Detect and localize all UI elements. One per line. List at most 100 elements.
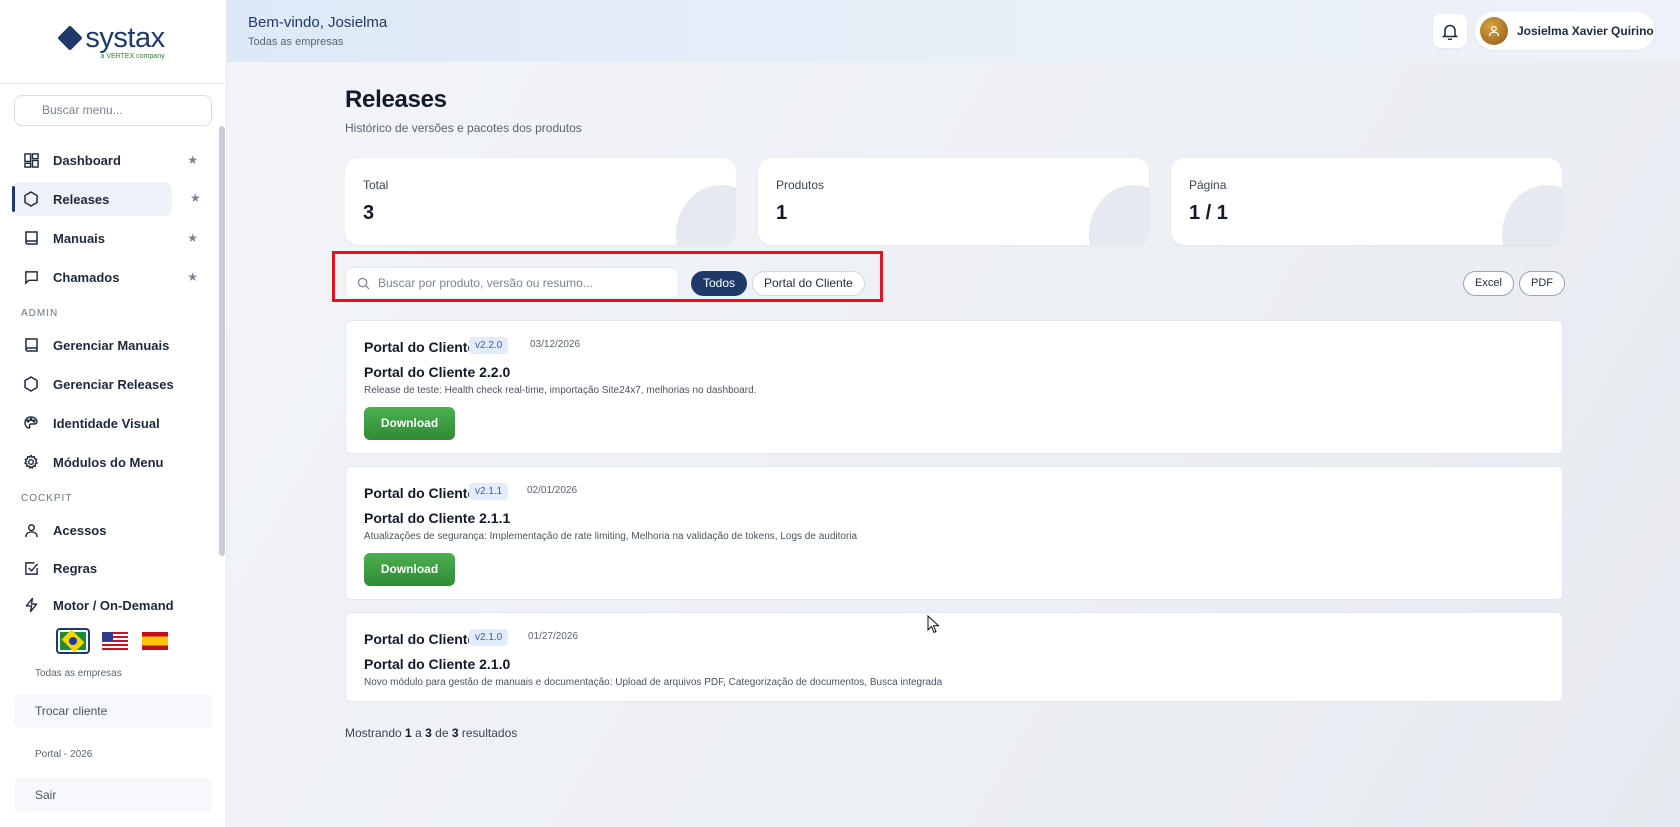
download-button[interactable]: Download [364, 407, 455, 440]
sidebar-item-gerenciar-releases[interactable]: Gerenciar Releases [12, 367, 208, 401]
sidebar: systax a VERTEX company Buscar menu... D… [0, 0, 227, 827]
sidebar-item-label: Gerenciar Manuais [53, 337, 170, 353]
user-name: Josielma Xavier Quirino [1517, 24, 1654, 38]
stat-card-pagina: Página 1 / 1 [1171, 158, 1562, 245]
welcome-scope: Todas as empresas [248, 36, 344, 48]
hexagon-icon [23, 376, 39, 392]
page-subtitle: Histórico de versões e pacotes dos produ… [345, 121, 582, 135]
stat-card-total: Total 3 [345, 158, 736, 245]
user-icon [1488, 25, 1500, 37]
results-from: 1 [405, 726, 412, 740]
stat-value: 3 [363, 202, 375, 224]
main-content: Releases Histórico de versões e pacotes … [227, 62, 1680, 827]
export-pdf-button[interactable]: PDF [1519, 271, 1565, 296]
bell-icon [1442, 24, 1458, 40]
star-icon[interactable]: ★ [190, 191, 201, 205]
stat-value: 1 / 1 [1189, 202, 1228, 224]
avatar [1480, 17, 1508, 45]
language-selector [56, 628, 170, 654]
sidebar-item-label: Chamados [53, 269, 120, 285]
sidebar-item-label: Dashboard [53, 152, 121, 168]
section-cockpit: COCKPIT [21, 493, 73, 504]
sidebar-item-regras[interactable]: Regras [12, 551, 208, 585]
release-description: Atualizações de segurança: Implementação… [364, 531, 858, 542]
release-date: 03/12/2026 [530, 339, 581, 350]
brand-logo[interactable]: systax a VERTEX company [0, 0, 226, 84]
results-sep-a: a [415, 726, 422, 740]
switch-client-button[interactable]: Trocar cliente [14, 694, 212, 728]
stat-decoration [1502, 185, 1562, 245]
release-date: 01/27/2026 [528, 631, 579, 642]
sidebar-item-dashboard[interactable]: Dashboard ★ [12, 143, 208, 177]
release-date: 02/01/2026 [527, 485, 578, 496]
download-button[interactable]: Download [364, 553, 455, 586]
logo-diamond-icon [57, 24, 84, 51]
stat-label: Produtos [776, 178, 825, 192]
release-title: Portal do Cliente 2.2.0 [364, 364, 511, 380]
footer-note: Portal - 2026 [35, 749, 93, 760]
sidebar-item-releases[interactable]: Releases [12, 182, 172, 216]
brand-tagline: a VERTEX company [100, 52, 165, 60]
sidebar-item-label: Motor / On-Demand [53, 597, 174, 613]
results-to: 3 [425, 726, 432, 740]
flag-usa-icon[interactable] [100, 630, 130, 652]
sidebar-item-acessos[interactable]: Acessos [12, 513, 208, 547]
search-placeholder: Buscar por produto, versão ou resumo... [378, 276, 593, 290]
release-card: Portal do Cliente v2.1.0 01/27/2026 Port… [345, 612, 1563, 702]
brand-name: systax [85, 21, 165, 54]
sidebar-item-modulos-do-menu[interactable]: Módulos do Menu [12, 445, 208, 479]
export-excel-button[interactable]: Excel [1463, 271, 1514, 296]
palette-icon [23, 415, 39, 431]
stat-decoration [1089, 185, 1149, 245]
sidebar-item-gerenciar-manuais[interactable]: Gerenciar Manuais [12, 328, 208, 362]
mouse-cursor-icon [927, 614, 940, 639]
lightning-icon [23, 597, 39, 613]
star-icon[interactable]: ★ [187, 270, 198, 284]
release-title: Portal do Cliente 2.1.1 [364, 510, 511, 526]
stat-decoration [676, 185, 736, 245]
stat-label: Total [363, 178, 389, 192]
user-icon [23, 522, 39, 538]
stat-label: Página [1189, 178, 1227, 192]
flag-spain-icon[interactable] [140, 630, 170, 652]
menu-search-input[interactable]: Buscar menu... [14, 95, 212, 126]
sidebar-scrollbar[interactable] [219, 126, 225, 556]
release-card: Portal do Cliente v2.1.1 02/01/2026 Port… [345, 466, 1563, 600]
chat-icon [23, 269, 39, 285]
release-description: Release de teste: Health check real-time… [364, 385, 757, 396]
pagination-summary: Mostrando 1 a 3 de 3 resultados [345, 726, 517, 740]
sidebar-item-chamados[interactable]: Chamados ★ [12, 260, 208, 294]
release-search-input[interactable]: Buscar por produto, versão ou resumo... [345, 267, 679, 299]
version-badge: v2.1.1 [469, 483, 509, 500]
filter-chip-portal-do-cliente[interactable]: Portal do Cliente [752, 271, 865, 296]
filter-chip-todos[interactable]: Todos [691, 271, 748, 296]
gear-icon [23, 454, 39, 470]
version-badge: v2.1.0 [469, 629, 509, 646]
topbar: Bem-vindo, Josielma Todas as empresas Jo… [227, 0, 1680, 62]
sidebar-item-motor-on-demand[interactable]: Motor / On-Demand [12, 588, 208, 622]
notifications-button[interactable] [1433, 14, 1467, 48]
sidebar-item-label: Regras [53, 560, 98, 576]
sidebar-item-label: Manuais [53, 230, 106, 246]
sidebar-item-label: Módulos do Menu [53, 454, 164, 470]
release-product: Portal do Cliente [364, 485, 476, 501]
release-card: Portal do Cliente v2.2.0 03/12/2026 Port… [345, 320, 1563, 454]
welcome-title: Bem-vindo, Josielma [248, 14, 388, 31]
book-icon [23, 230, 39, 246]
release-title: Portal do Cliente 2.1.0 [364, 656, 511, 672]
section-admin: ADMIN [21, 308, 59, 319]
user-menu-button[interactable]: Josielma Xavier Quirino [1475, 12, 1655, 50]
sidebar-item-identidade-visual[interactable]: Identidade Visual [12, 406, 208, 440]
sidebar-item-label: Acessos [53, 522, 107, 538]
search-icon [357, 277, 370, 290]
sidebar-item-manuais[interactable]: Manuais ★ [12, 221, 208, 255]
flag-brazil-icon[interactable] [56, 628, 90, 654]
sidebar-item-label: Releases [53, 191, 110, 207]
stat-value: 1 [776, 202, 788, 224]
book-icon [23, 337, 39, 353]
star-icon[interactable]: ★ [187, 153, 198, 167]
stat-card-produtos: Produtos 1 [758, 158, 1149, 245]
logout-button[interactable]: Sair [14, 778, 212, 812]
results-total: 3 [451, 726, 459, 740]
star-icon[interactable]: ★ [187, 231, 198, 245]
